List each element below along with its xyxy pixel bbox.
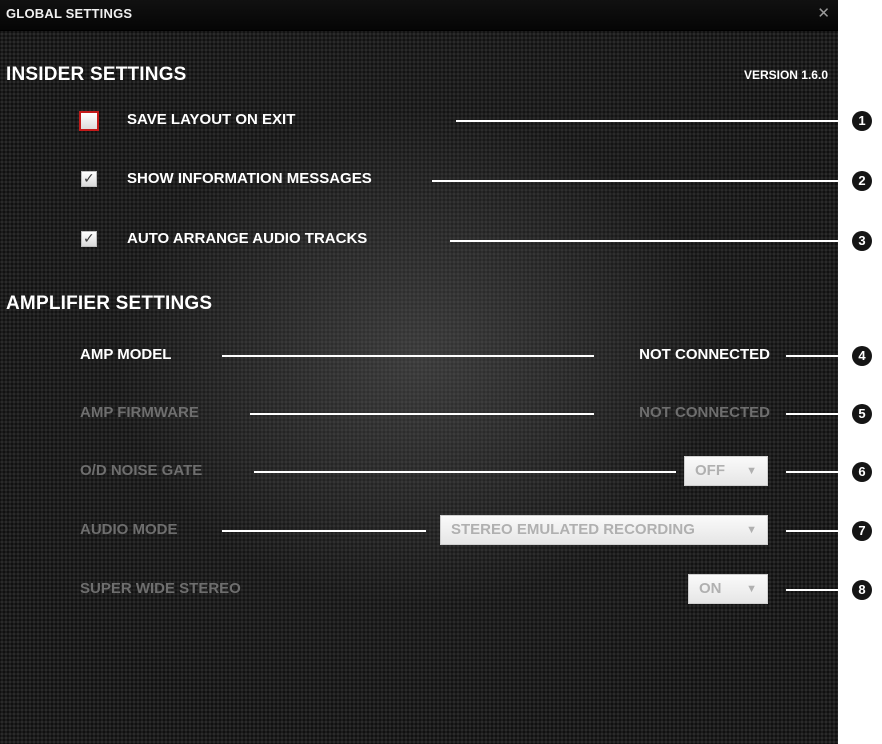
window-title: GLOBAL SETTINGS — [6, 6, 133, 21]
noise-gate-selected: OFF — [695, 462, 725, 479]
save-layout-checkbox[interactable] — [79, 111, 99, 131]
amp-model-label: AMP MODEL — [80, 346, 172, 363]
audio-mode-label: AUDIO MODE — [80, 521, 178, 538]
callout-leader-6a — [254, 471, 676, 473]
auto-arrange-checkbox[interactable]: ✓ — [81, 230, 97, 247]
callout-leader-3 — [450, 240, 854, 242]
close-icon[interactable]: ✕ — [817, 6, 830, 21]
audio-mode-selected: STEREO EMULATED RECORDING — [451, 521, 695, 538]
auto-arrange-label[interactable]: AUTO ARRANGE AUDIO TRACKS — [127, 230, 373, 248]
noise-gate-label: O/D NOISE GATE — [80, 462, 203, 479]
check-icon: ✓ — [83, 230, 95, 246]
callout-badge-6: 6 — [852, 462, 872, 482]
callout-badge-3: 3 — [852, 231, 872, 251]
amp-model-value: NOT CONNECTED — [639, 346, 770, 363]
show-info-messages-checkbox[interactable]: ✓ — [81, 170, 97, 187]
callout-leader-6b — [786, 471, 854, 473]
title-bar: GLOBAL SETTINGS ✕ — [0, 0, 838, 31]
chevron-down-icon: ▼ — [746, 524, 757, 536]
screenshot-stage: GLOBAL SETTINGS ✕ INSIDER SETTINGS VERSI… — [0, 0, 882, 744]
chevron-down-icon: ▼ — [746, 465, 757, 477]
global-settings-window: GLOBAL SETTINGS ✕ INSIDER SETTINGS VERSI… — [0, 0, 838, 744]
callout-badge-8: 8 — [852, 580, 872, 600]
audio-mode-dropdown[interactable]: STEREO EMULATED RECORDING ▼ — [440, 515, 768, 545]
chevron-down-icon: ▼ — [746, 583, 757, 595]
callout-leader-4b — [786, 355, 854, 357]
callout-leader-7a — [222, 530, 426, 532]
callout-badge-5: 5 — [852, 404, 872, 424]
callout-badge-1: 1 — [852, 111, 872, 131]
noise-gate-dropdown[interactable]: OFF ▼ — [684, 456, 768, 486]
callout-leader-4a — [222, 355, 594, 357]
amplifier-settings-heading: AMPLIFIER SETTINGS — [6, 293, 213, 314]
callout-leader-2 — [432, 180, 854, 182]
insider-settings-heading: INSIDER SETTINGS — [6, 64, 187, 85]
callout-badge-2: 2 — [852, 171, 872, 191]
super-wide-stereo-selected: ON — [699, 580, 722, 597]
show-info-messages-label[interactable]: SHOW INFORMATION MESSAGES — [127, 170, 378, 188]
amp-firmware-value: NOT CONNECTED — [639, 404, 770, 421]
callout-leader-1 — [456, 120, 854, 122]
super-wide-stereo-dropdown[interactable]: ON ▼ — [688, 574, 768, 604]
callout-badge-7: 7 — [852, 521, 872, 541]
callout-leader-5b — [786, 413, 854, 415]
save-layout-label[interactable]: SAVE LAYOUT ON EXIT — [127, 111, 301, 129]
version-label: VERSION 1.6.0 — [743, 68, 828, 82]
check-icon: ✓ — [83, 170, 95, 186]
callout-leader-5a — [250, 413, 594, 415]
callout-badge-4: 4 — [852, 346, 872, 366]
callout-leader-8 — [786, 589, 854, 591]
super-wide-stereo-label: SUPER WIDE STEREO — [80, 580, 241, 597]
amp-firmware-label: AMP FIRMWARE — [80, 404, 199, 421]
callout-leader-7b — [786, 530, 854, 532]
